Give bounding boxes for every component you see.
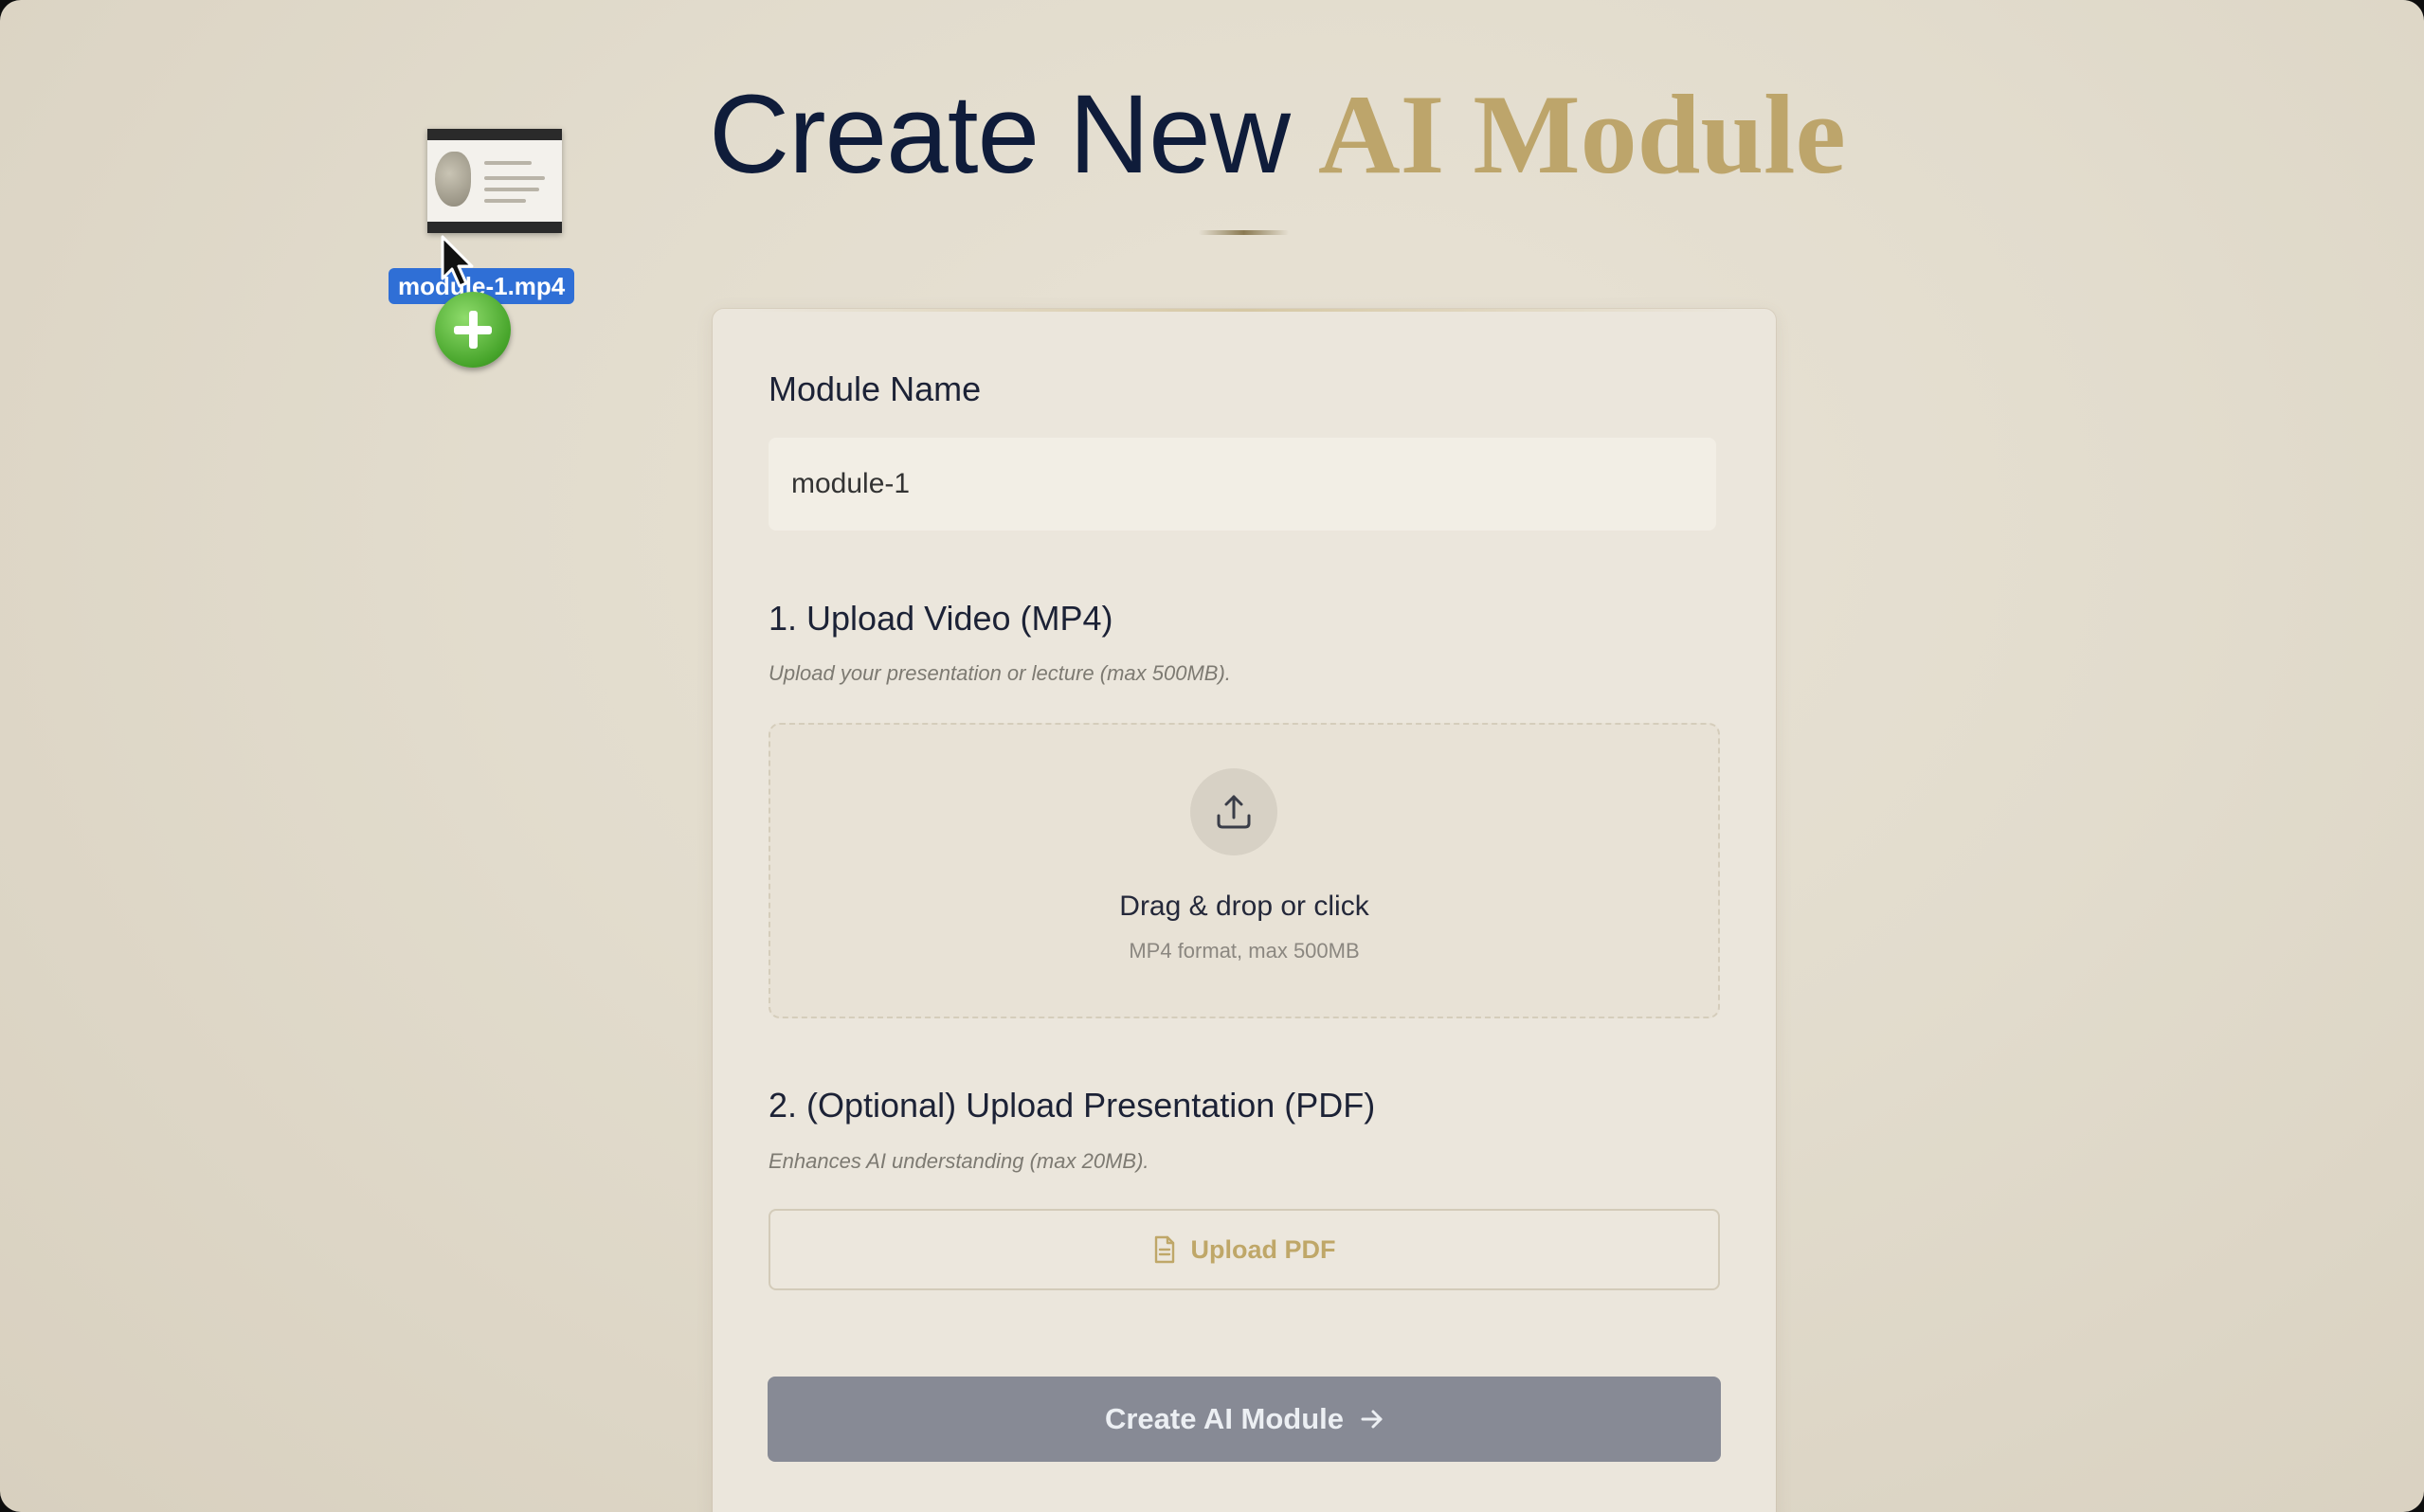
- video-dropzone[interactable]: Drag & drop or click MP4 format, max 500…: [769, 723, 1720, 1018]
- thumbnail-text-line: [484, 199, 526, 203]
- pdf-upload-hint: Enhances AI understanding (max 20MB).: [769, 1149, 1149, 1173]
- title-divider: [1199, 230, 1289, 235]
- thumbnail-text-line: [484, 161, 532, 165]
- thumbnail-top-bar: [427, 129, 562, 140]
- page-title-accent: AI Module: [1318, 71, 1846, 197]
- page-title: Create New AI Module: [709, 78, 1846, 191]
- document-icon: [1154, 1235, 1174, 1264]
- card-accent-line: [751, 309, 1738, 312]
- module-name-input[interactable]: [769, 438, 1716, 531]
- dropzone-title: Drag & drop or click: [1119, 891, 1369, 922]
- dragged-file-thumbnail[interactable]: [427, 129, 562, 233]
- create-ai-module-button[interactable]: Create AI Module: [768, 1377, 1721, 1462]
- thumbnail-text-line: [484, 176, 545, 180]
- create-ai-module-label: Create AI Module: [1104, 1402, 1345, 1435]
- pdf-upload-heading: 2. (Optional) Upload Presentation (PDF): [769, 1086, 1376, 1125]
- create-module-form: Module Name 1. Upload Video (MP4) Upload…: [713, 309, 1776, 1512]
- plus-icon: [435, 292, 511, 368]
- module-name-label: Module Name: [769, 369, 982, 408]
- upload-pdf-label: Upload PDF: [1190, 1234, 1336, 1264]
- mouse-cursor-icon: [441, 235, 474, 288]
- dropzone-subtitle: MP4 format, max 500MB: [1129, 939, 1360, 963]
- page-title-main: Create New: [709, 72, 1291, 197]
- upload-pdf-button[interactable]: Upload PDF: [769, 1209, 1720, 1290]
- video-upload-hint: Upload your presentation or lecture (max…: [769, 661, 1231, 685]
- thumbnail-text-line: [484, 188, 539, 191]
- upload-icon: [1190, 768, 1277, 855]
- arrow-right-icon: [1361, 1410, 1383, 1429]
- video-upload-heading: 1. Upload Video (MP4): [769, 599, 1113, 638]
- thumbnail-image: [435, 152, 471, 207]
- thumbnail-bottom-bar: [427, 222, 562, 233]
- app-window: Create NewAI Module Module Name 1. Uploa…: [0, 0, 2424, 1512]
